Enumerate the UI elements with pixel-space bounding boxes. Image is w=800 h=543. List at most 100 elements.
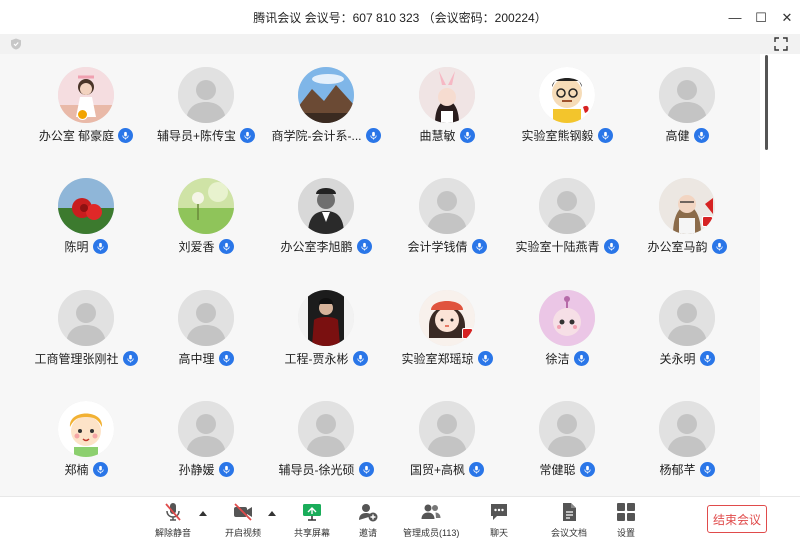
participant-name: 关永明 [659, 352, 696, 366]
participant-name: 办公室马韵 [647, 240, 708, 254]
camera-off-icon [234, 503, 252, 521]
participant-name: 刘爱香 [178, 240, 215, 254]
meeting-docs-button[interactable]: 会议文档 [551, 501, 587, 541]
participant-name: 工程-贾永彬 [284, 352, 349, 366]
start-video-button[interactable]: 开启视频 [225, 501, 261, 541]
start-video-label: 开启视频 [225, 528, 262, 538]
info-bar [0, 34, 800, 54]
participant-name: 会计学钱倩 [407, 240, 468, 254]
microphone-icon [459, 128, 475, 143]
flag-icon [702, 216, 713, 227]
share-screen-label: 共享屏幕 [294, 528, 331, 538]
microphone-icon [218, 462, 234, 477]
microphone-icon [352, 351, 368, 366]
participant-name: 高健 [665, 129, 690, 143]
participant-name: 徐洁 [545, 352, 570, 366]
participant-avatar [58, 401, 114, 457]
default-avatar-icon [178, 401, 234, 457]
settings-label: 设置 [616, 528, 635, 538]
microphone-icon [711, 239, 727, 254]
participant-name: 办公室李旭鹏 [280, 240, 353, 254]
microphone-icon [92, 239, 108, 254]
participant-name: 孙静媛 [178, 463, 215, 477]
participant-name: 国贸+高枫 [409, 463, 465, 477]
microphone-icon [471, 239, 487, 254]
close-icon: ✕ [781, 9, 793, 25]
chat-icon [491, 504, 507, 520]
participant-name: 实验室十陆燕青 [515, 240, 600, 254]
microphone-icon [218, 351, 234, 366]
participant-avatar [58, 178, 114, 234]
microphone-icon [693, 128, 709, 143]
default-avatar-icon [419, 178, 475, 234]
default-avatar-icon [178, 67, 234, 123]
settings-grid-icon [617, 503, 635, 521]
participant-tile[interactable]: 关永明 [627, 277, 747, 377]
settings-button[interactable]: 设置 [615, 501, 637, 541]
participant-name-row: 杨郁芊 [607, 461, 767, 478]
meeting-docs-label: 会议文档 [551, 528, 588, 538]
fullscreen-icon[interactable] [774, 37, 788, 51]
participant-tile[interactable]: 杨郁芊 [627, 388, 747, 488]
participant-name: 杨郁芊 [659, 463, 696, 477]
microphone-icon [92, 462, 108, 477]
participant-name: 常健聪 [539, 463, 576, 477]
microphone-icon [579, 462, 595, 477]
participant-avatar [659, 178, 715, 234]
participant-avatar [178, 178, 234, 234]
microphone-icon [218, 239, 234, 254]
minimize-button[interactable]: — [722, 0, 748, 34]
participant-avatar [298, 178, 354, 234]
participant-name: 办公室 郁豪庭 [38, 129, 115, 143]
participant-name: 曲慧敏 [419, 129, 456, 143]
window-title: 腾讯会议 会议号：607 810 323 （会议密码：200224） [253, 10, 547, 25]
default-avatar-icon [178, 290, 234, 346]
video-options-caret[interactable] [268, 511, 276, 516]
default-avatar-icon [298, 401, 354, 457]
manage-members-button[interactable]: 管理成员(113) [403, 501, 459, 541]
participant-tile[interactable]: 高健 [627, 54, 747, 154]
participant-grid: 办公室 郁豪庭 辅导员+陈传宝 商学院-会计系-... 曲慧敏 实验室熊钢毅 高健 陈明 刘爱… [0, 54, 760, 496]
grid-scrollbar[interactable] [765, 55, 768, 150]
document-icon [563, 503, 576, 521]
participant-name: 实验室郑瑶琼 [401, 352, 474, 366]
close-button[interactable]: ✕ [774, 0, 800, 34]
share-screen-button[interactable]: 共享屏幕 [294, 501, 330, 541]
mic-muted-icon [165, 503, 181, 521]
participant-avatar [298, 67, 354, 123]
participant-name: 商学院-会计系-... [271, 129, 362, 143]
microphone-icon [699, 462, 715, 477]
participant-name: 陈明 [64, 240, 89, 254]
window-controls: — ☐ ✕ [722, 0, 800, 34]
participant-avatar [58, 67, 114, 123]
end-meeting-button[interactable]: 结束会议 [707, 505, 767, 533]
default-avatar-icon [58, 290, 114, 346]
participant-avatar [419, 67, 475, 123]
minimize-icon: — [728, 9, 742, 25]
shield-icon[interactable] [10, 38, 22, 50]
chat-button[interactable]: 聊天 [488, 501, 510, 541]
participant-name-row: 高健 [607, 127, 767, 144]
invite-label: 邀请 [358, 528, 377, 538]
meeting-toolbar: 解除静音 开启视频 共享屏幕 邀请 管理成员(113) 聊天 会议文档 设置 结… [0, 496, 800, 543]
participant-name-row: 关永明 [607, 350, 767, 367]
participant-avatar [539, 290, 595, 346]
meeting-window: 腾讯会议 会议号：607 810 323 （会议密码：200224） — ☐ ✕… [0, 0, 800, 543]
participant-name: 工商管理张刚社 [34, 352, 119, 366]
flag-icon [462, 328, 473, 339]
participant-name: 郑楠 [64, 463, 89, 477]
participant-tile[interactable]: 办公室马韵 [627, 165, 747, 265]
microphone-icon [469, 462, 484, 477]
participant-avatar [419, 290, 475, 346]
microphone-icon [699, 351, 715, 366]
chat-label: 聊天 [489, 528, 508, 538]
host-badge-icon [77, 109, 88, 120]
participant-avatar [298, 290, 354, 346]
unmute-button[interactable]: 解除静音 [155, 501, 191, 541]
manage-members-label: 管理成员(113) [403, 528, 460, 538]
invite-button[interactable]: 邀请 [357, 501, 379, 541]
maximize-button[interactable]: ☐ [748, 0, 774, 34]
participant-avatar [539, 67, 595, 123]
audio-options-caret[interactable] [199, 511, 207, 516]
participant-name: 实验室熊钢毅 [521, 129, 594, 143]
